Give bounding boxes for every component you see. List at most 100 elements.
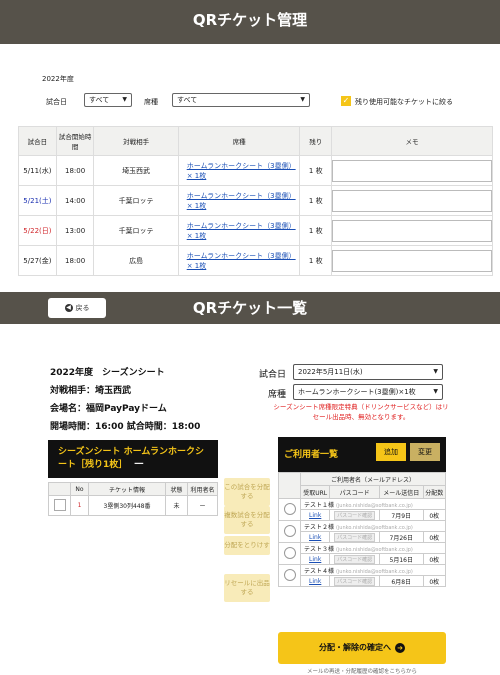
- resale-warning: シーズンシート席種限定特典（ドリンクサービスなど）はリセール出品時、無効となりま…: [273, 403, 449, 421]
- seat-filter-value: すべて: [177, 96, 198, 104]
- ticket-management-panel: 2022年度 試合日 すべて ▼ 席種 すべて ▼ ✓ 残り使用可能なチケットに絞る…: [0, 44, 500, 284]
- user-sent-cell: 5月16日: [378, 553, 424, 565]
- col-passcode: パスコード: [329, 485, 380, 499]
- page-header: QRチケット管理: [0, 0, 500, 44]
- arrow-right-icon: ➜: [395, 642, 405, 653]
- passcode-button[interactable]: パスコード確認: [334, 576, 376, 586]
- row-radio: [278, 564, 301, 587]
- change-user-button[interactable]: 変更: [410, 443, 440, 461]
- remaining-only-label: 残り使用可能なチケットに絞る: [355, 98, 453, 106]
- season-label: 2022年度: [42, 75, 74, 83]
- user-link[interactable]: Link: [309, 534, 321, 541]
- users-list-header: ご利用者一覧 追加 変更: [278, 437, 446, 472]
- user-count-cell: 0枚: [422, 553, 447, 565]
- table-row: 5/22(日) 13:00 千葉ロッテ ホームランホークシート（3塁側）× 1枚…: [18, 215, 493, 246]
- col-start-time: 試合開始時間: [55, 126, 95, 156]
- memo-input[interactable]: [332, 249, 492, 272]
- row-opponent: 千葉ロッテ: [93, 185, 179, 216]
- game-date-filter-select[interactable]: すべて ▼: [84, 93, 132, 107]
- memo-input[interactable]: [332, 159, 492, 182]
- add-user-button[interactable]: 追加: [376, 443, 406, 461]
- passcode-button[interactable]: パスコード確認: [334, 510, 376, 520]
- confirm-label: 分配・解除の確定へ: [319, 643, 391, 652]
- footer-note[interactable]: メールの再送・分配履歴の確認をこちらから: [278, 667, 446, 675]
- cancel-distribution-button[interactable]: 分配をとりけす: [224, 536, 270, 555]
- back-button-label: 戻る: [75, 304, 90, 312]
- panel-divider: [0, 284, 500, 292]
- confirm-distribution-button[interactable]: 分配・解除の確定へ ➜: [278, 632, 446, 664]
- user-email: (junko.nishida@softbank.co.jp): [335, 502, 413, 509]
- passcode-button[interactable]: パスコード確認: [334, 554, 376, 564]
- resale-button[interactable]: リセールに出品する: [224, 574, 270, 602]
- user-name: テスト４様: [304, 567, 335, 575]
- user-url-cell: Link: [299, 531, 331, 543]
- user-name-cell: テスト３様 (junko.nishida@softbank.co.jp): [300, 542, 446, 554]
- col-memo: メモ: [331, 126, 493, 156]
- user-radio[interactable]: [283, 546, 296, 559]
- seat-link[interactable]: ホームランホークシート（3塁側）× 1枚: [187, 192, 296, 210]
- row-info: 3塁側30列448番: [88, 495, 166, 516]
- seat-link[interactable]: ホームランホークシート（3塁側）× 1枚: [187, 162, 296, 180]
- user-url-cell: Link: [299, 509, 331, 521]
- user-radio[interactable]: [283, 568, 296, 581]
- row-radio: [278, 498, 301, 521]
- ticket-box-title: シーズンシート ホームランホークシート［残り1枚］ 一: [48, 440, 218, 478]
- remaining-only-checkbox[interactable]: ✓: [341, 96, 351, 106]
- seat-filter-select[interactable]: すべて ▼: [172, 93, 310, 107]
- seat-select-value: ホームランホークシート(3塁側)×1枚: [298, 388, 416, 396]
- user-count-cell: 0枚: [422, 531, 447, 543]
- user-sent-cell: 7月26日: [378, 531, 424, 543]
- row-memo: [331, 245, 493, 276]
- seat-filter-label: 席種: [144, 98, 158, 106]
- user-detail-row: Link パスコード確認 5月16日 0枚: [279, 553, 447, 565]
- user-radio[interactable]: [283, 524, 296, 537]
- user-name: テスト１様: [304, 501, 335, 509]
- memo-input[interactable]: [332, 189, 492, 212]
- date-select-value: 2022年5月11日(水): [298, 368, 363, 376]
- user-link[interactable]: Link: [309, 556, 321, 563]
- row-opponent: 広島: [93, 245, 179, 276]
- date-select[interactable]: 2022年5月11日(水) ▼: [293, 364, 443, 380]
- user-name-cell: テスト２様 (junko.nishida@softbank.co.jp): [300, 520, 446, 532]
- col-no: No: [70, 482, 89, 496]
- row-remaining: 1 枚: [299, 185, 332, 216]
- seat-link[interactable]: ホームランホークシート（3塁側）× 1枚: [187, 222, 296, 240]
- row-memo: [331, 215, 493, 246]
- row-time: 18:00: [55, 245, 95, 276]
- back-button[interactable]: ◀ 戻る: [48, 298, 106, 318]
- passcode-button[interactable]: パスコード確認: [334, 532, 376, 542]
- row-remaining: 1 枚: [299, 245, 332, 276]
- row-time: 13:00: [55, 215, 95, 246]
- seat-select[interactable]: ホームランホークシート(3塁側)×1枚 ▼: [293, 384, 443, 400]
- row-opponent: 千葉ロッテ: [93, 215, 179, 246]
- ticket-checkbox[interactable]: [53, 498, 66, 511]
- distribute-this-game-button[interactable]: この試合を分配する: [224, 478, 270, 506]
- users-table: ご利用者名（メールアドレス） 受取URL パスコード メール送信日 分配数 テス…: [278, 472, 447, 587]
- table-row: 5/27(金) 18:00 広島 ホームランホークシート（3塁側）× 1枚 1 …: [18, 245, 493, 276]
- col-opponent: 対戦相手: [93, 126, 179, 156]
- col-select: [48, 482, 71, 496]
- row-remaining: 1 枚: [299, 215, 332, 246]
- memo-input[interactable]: [332, 219, 492, 242]
- info-venue: 会場名：福岡PayPayドーム: [50, 404, 167, 414]
- user-url-cell: Link: [299, 575, 331, 587]
- row-memo: [331, 185, 493, 216]
- user-passcode-cell: パスコード確認: [329, 553, 380, 565]
- user-name: テスト２様: [304, 523, 335, 531]
- seat-link[interactable]: ホームランホークシート（3塁側）× 1枚: [187, 252, 296, 270]
- row-select: [48, 495, 71, 516]
- user-link[interactable]: Link: [309, 512, 321, 519]
- user-name-cell: テスト４様 (junko.nishida@softbank.co.jp): [300, 564, 446, 576]
- user-detail-row: Link パスコード確認 7月26日 0枚: [279, 531, 447, 543]
- distribute-multiple-games-button[interactable]: 複数試合を分配する: [224, 506, 270, 534]
- user-link[interactable]: Link: [309, 578, 321, 585]
- user-radio[interactable]: [283, 502, 296, 515]
- col-status: 状態: [165, 482, 188, 496]
- user-detail-row: Link パスコード確認 6月8日 0枚: [279, 575, 447, 587]
- user-email: (junko.nishida@softbank.co.jp): [335, 546, 413, 553]
- row-seat: ホームランホークシート（3塁側）× 1枚: [177, 245, 301, 276]
- row-user: ー: [187, 495, 218, 516]
- user-passcode-cell: パスコード確認: [329, 531, 380, 543]
- row-time: 14:00: [55, 185, 95, 216]
- info-time: 開場時間：16:00 試合時間：18:00: [50, 422, 201, 432]
